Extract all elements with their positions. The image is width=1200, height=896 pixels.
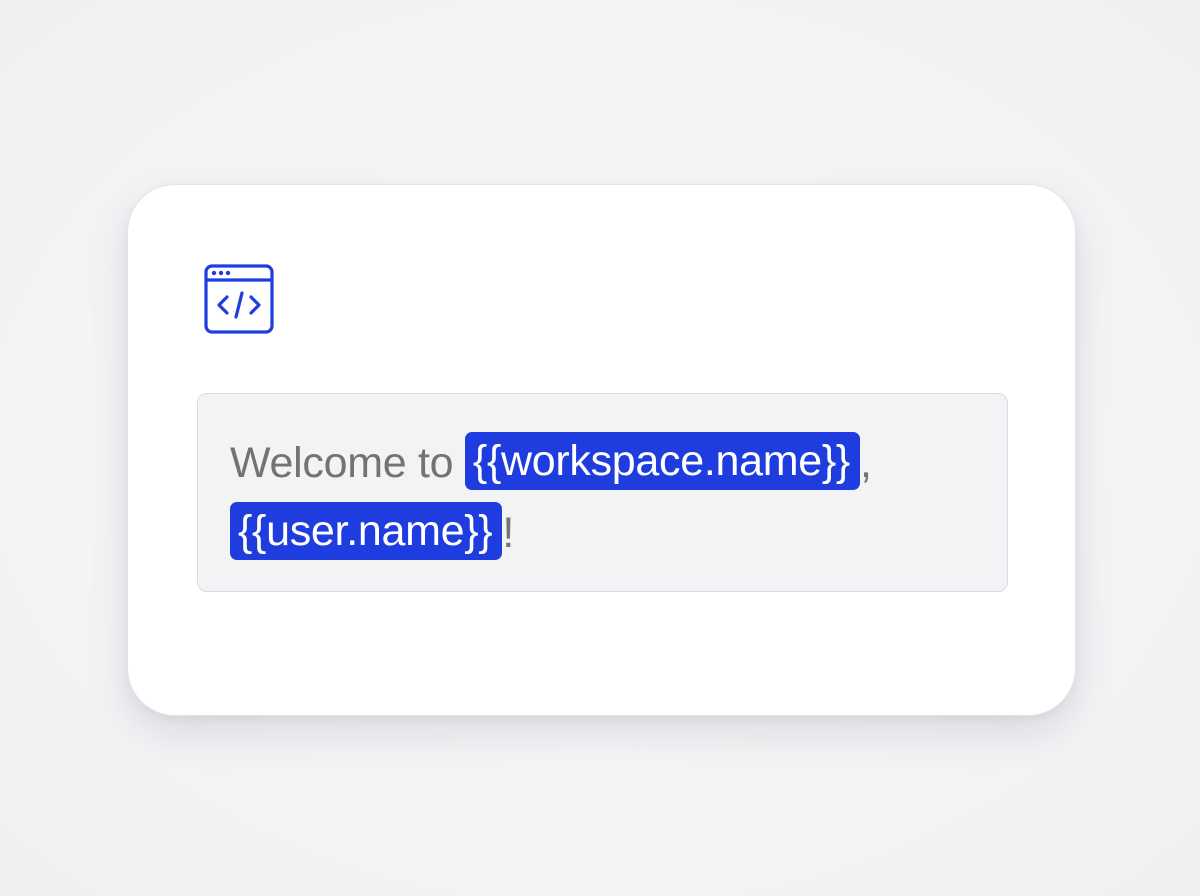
page: Welcome to {{workspace.name}}, {{user.na…	[0, 0, 1200, 896]
static-text: !	[502, 509, 514, 557]
static-text: Welcome to	[230, 439, 465, 487]
editor-line-1: Welcome to {{workspace.name}},	[230, 428, 977, 498]
code-window-icon	[204, 264, 274, 334]
template-card: Welcome to {{workspace.name}}, {{user.na…	[127, 184, 1076, 716]
template-editor[interactable]: Welcome to {{workspace.name}}, {{user.na…	[197, 393, 1008, 592]
static-text: ,	[859, 439, 872, 487]
editor-line-2: {{user.name}}!	[230, 498, 977, 568]
variable-token-workspace-name[interactable]: {{workspace.name}}	[464, 432, 860, 490]
variable-token-user-name[interactable]: {{user.name}}	[230, 502, 503, 560]
